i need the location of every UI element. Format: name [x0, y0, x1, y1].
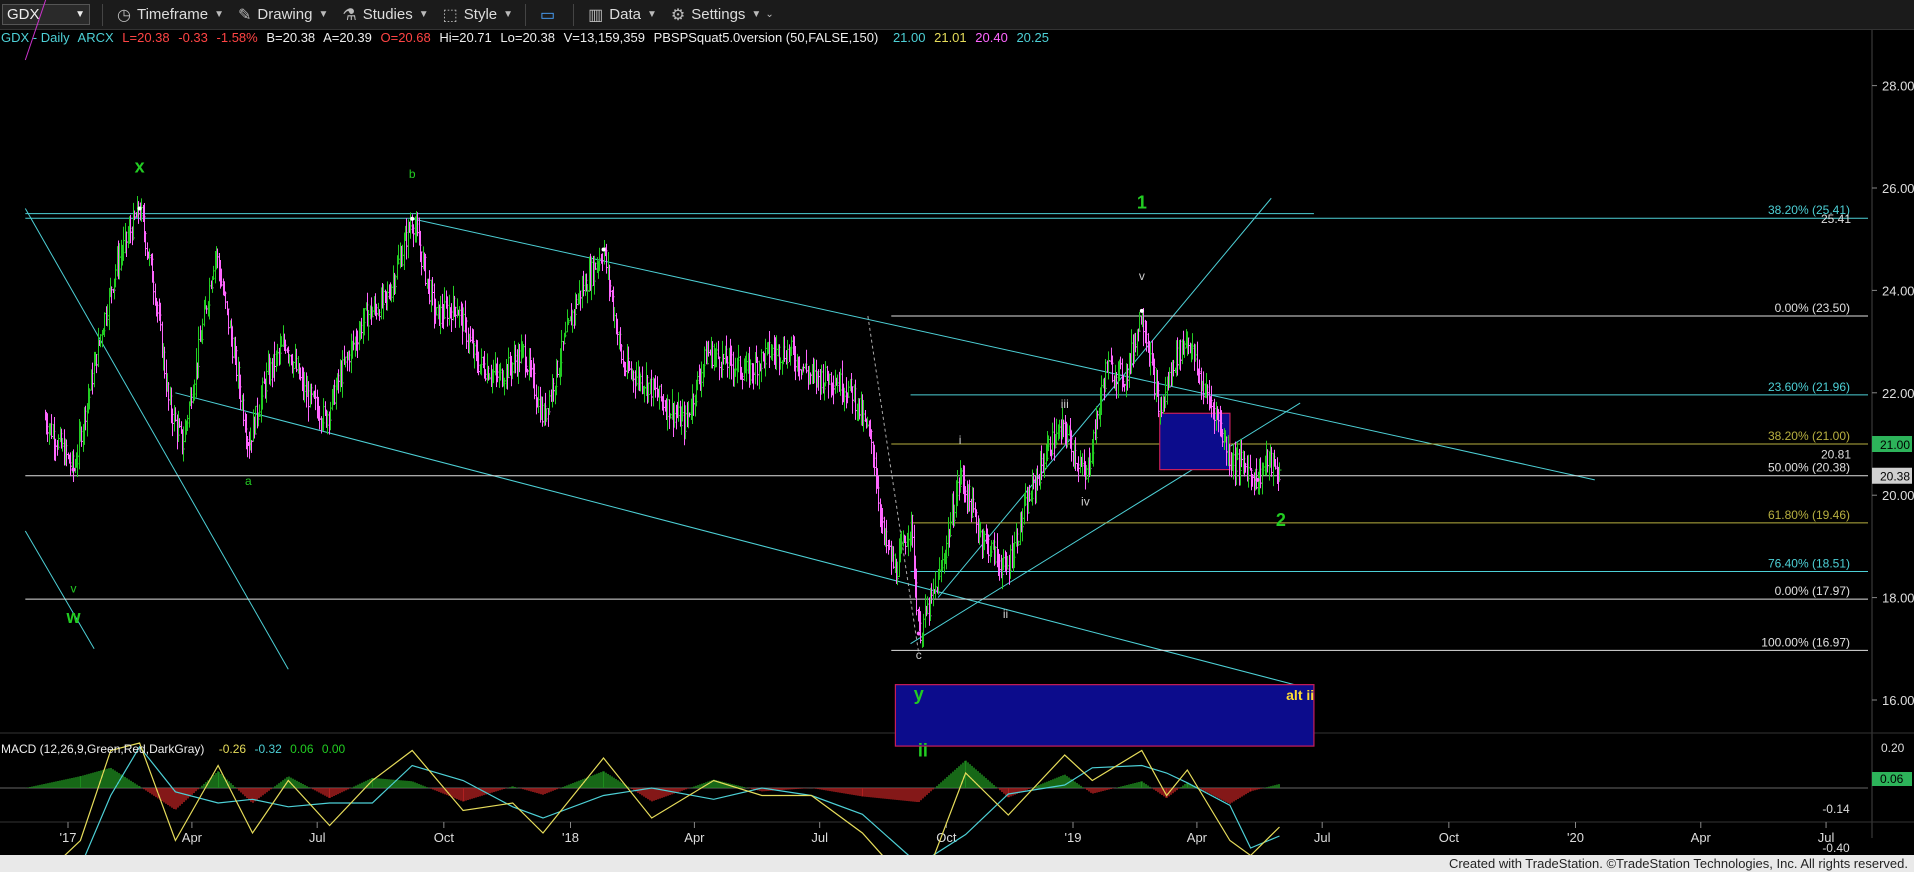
macd-signal-value: -0.32: [254, 742, 282, 756]
time-axis-label: Oct: [434, 830, 455, 845]
price-axis-label: 16.00: [1882, 693, 1914, 708]
macd-signal-line: [68, 745, 1280, 872]
legend-change-pct: -1.58%: [216, 30, 258, 45]
wave-label: ii: [1003, 607, 1008, 621]
swing-marker: [916, 631, 921, 636]
macd-axis-tag: -0.40: [1822, 841, 1850, 855]
macd-axis-label: 0.20: [1881, 741, 1905, 755]
target-box: [894, 684, 1315, 747]
swing-marker: [410, 216, 415, 221]
price-axis-label: 18.00: [1882, 591, 1914, 606]
wave-label: ii: [918, 740, 928, 760]
fib-level-label: 100.00% (16.97): [1761, 635, 1850, 649]
wave-label: x: [135, 157, 145, 177]
legend-name: GDX - Daily: [1, 30, 70, 45]
trendline: [175, 392, 1315, 691]
time-axis-label: '19: [1065, 830, 1082, 845]
swing-marker: [1255, 477, 1260, 482]
price-axis-label: 26.00: [1882, 181, 1914, 196]
legend-high: Hi=20.71: [439, 30, 492, 45]
price-axis-label: 24.00: [1882, 283, 1914, 298]
macd-pane: [0, 742, 1868, 872]
macd-line: [46, 742, 1280, 872]
fib-level-label: 38.20% (21.00): [1768, 429, 1850, 443]
swing-marker: [246, 442, 251, 446]
footer-credit: Created with TradeStation. ©TradeStation…: [0, 855, 1914, 872]
legend-open: O=20.68: [380, 30, 431, 45]
wave-label: y: [914, 684, 924, 704]
legend-last: L=20.38: [122, 30, 170, 45]
wave-label: w: [65, 607, 81, 627]
price-tag: 20.38: [1880, 470, 1910, 484]
time-axis-label: '17: [60, 830, 77, 845]
time-axis-label: Apr: [684, 830, 705, 845]
time-axis-label: '20: [1567, 830, 1584, 845]
time-axis-label: Oct: [1439, 830, 1460, 845]
wave-label: b: [409, 167, 416, 181]
macd-axis-tag: 0.06: [1880, 772, 1904, 786]
price-tag: 25.41: [1821, 212, 1851, 226]
price-tag: 20.81: [1821, 448, 1851, 462]
swing-marker: [1139, 308, 1144, 313]
time-axis-label: Apr: [1691, 830, 1712, 845]
dashed-connector: [867, 315, 920, 654]
price-tag: 21.00: [1880, 438, 1910, 452]
legend-volume: V=13,159,359: [563, 30, 645, 45]
wave-label: v: [71, 581, 77, 595]
fib-level-label: 76.40% (18.51): [1768, 556, 1850, 570]
macd-histogram-value: 0.06: [290, 742, 314, 756]
price-axis-label: 28.00: [1882, 79, 1914, 94]
trendline: [24, 530, 95, 650]
trendline: [910, 402, 1301, 645]
price-bars: [45, 196, 1282, 648]
fib-level-label: 61.80% (19.46): [1768, 508, 1850, 522]
target-box: [1159, 412, 1231, 471]
wave-label: c: [916, 648, 922, 662]
macd-value: -0.26: [218, 742, 247, 756]
price-axis-label: 20.00: [1882, 488, 1914, 503]
time-axis-label: Jul: [309, 830, 326, 845]
time-axis-label: Apr: [1187, 830, 1208, 845]
legend-low: Lo=20.38: [500, 30, 555, 45]
wave-label: 2: [1276, 510, 1286, 530]
swing-marker: [137, 206, 142, 211]
time-axis-label: '18: [562, 830, 579, 845]
time-axis-label: Jul: [811, 830, 828, 845]
macd-legend: MACD (12,26,9,Green,Red,DarkGray) -0.26 …: [1, 742, 350, 756]
legend-bid: B=20.38: [266, 30, 316, 45]
fib-level-label: 0.00% (17.97): [1775, 584, 1850, 598]
macd-name: MACD (12,26,9,Green,Red,DarkGray): [1, 742, 205, 756]
chart-legend: GDX - Daily ARCX L=20.38 -0.33 -1.58% B=…: [1, 30, 1054, 45]
legend-study-value: 21.01: [934, 30, 967, 45]
time-axis-label: Jul: [1314, 830, 1331, 845]
wave-label: v: [1139, 269, 1145, 283]
swing-marker: [601, 247, 606, 252]
wave-label: iv: [1081, 494, 1090, 508]
legend-study: PBSPSquat5.0version (50,FALSE,150): [653, 30, 879, 45]
fib-level-label: 50.00% (20.38): [1768, 461, 1850, 475]
wave-label: iii: [1061, 397, 1069, 411]
price-axis-label: 22.00: [1882, 386, 1914, 401]
wave-label: alt ii: [1286, 687, 1314, 703]
legend-study-value: 20.25: [1016, 30, 1049, 45]
legend-ask: A=20.39: [323, 30, 372, 45]
legend-study-value: 21.00: [892, 30, 926, 45]
wave-label: a: [245, 474, 252, 488]
macd-axis-tag: -0.14: [1822, 802, 1850, 816]
macd-zero-value: 0.00: [321, 742, 346, 756]
time-axis-label: Apr: [182, 830, 203, 845]
wave-label: i: [959, 433, 962, 447]
swing-marker: [71, 467, 76, 472]
fib-level-label: 0.00% (23.50): [1775, 301, 1850, 315]
legend-exchange: ARCX: [77, 30, 114, 45]
wave-label: 1: [1137, 192, 1147, 212]
legend-change: -0.33: [178, 30, 208, 45]
fib-level-label: 23.60% (21.96): [1768, 380, 1850, 394]
price-axis: [1872, 85, 1877, 701]
legend-study-value: 20.40: [975, 30, 1008, 45]
